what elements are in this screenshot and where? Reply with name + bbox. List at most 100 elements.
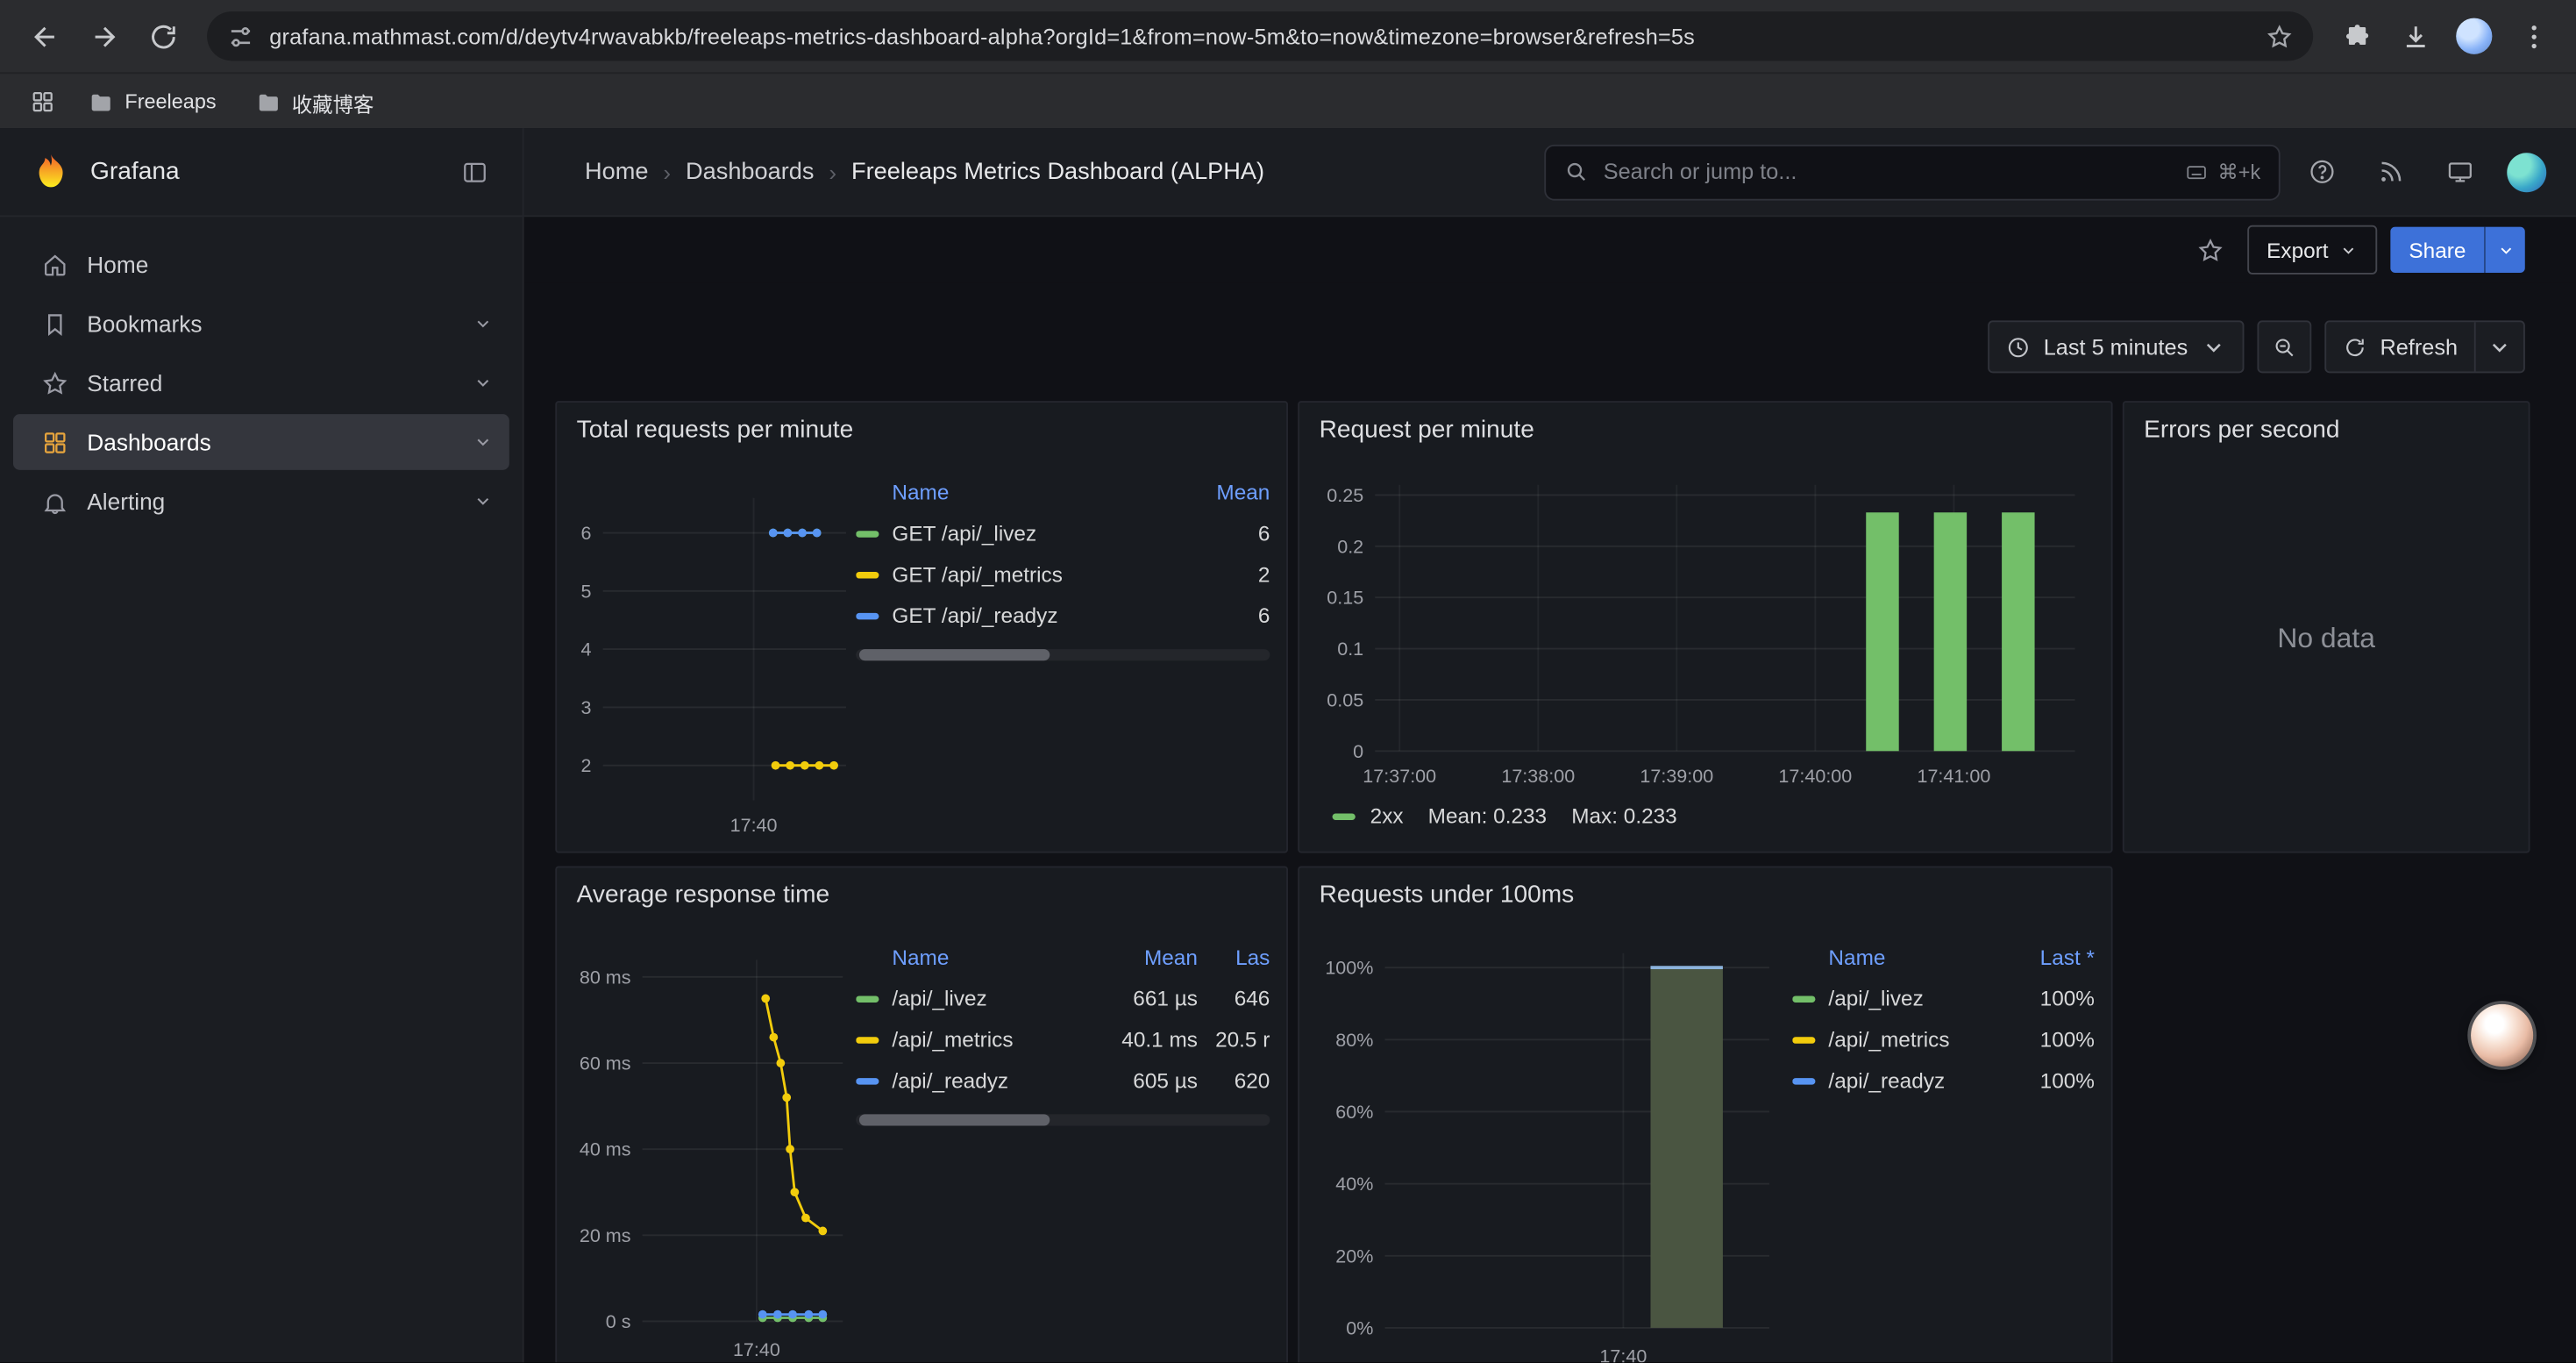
- extensions-icon[interactable]: [2330, 10, 2382, 62]
- legend-row[interactable]: /api/_metrics40.1 ms20.5 r: [856, 1019, 1270, 1060]
- grafana-header: Home›Dashboards›Freeleaps Metrics Dashbo…: [524, 128, 2576, 217]
- panel-errors-per-second: Errors per second No data: [2123, 401, 2530, 853]
- panel-title[interactable]: Requests under 100ms: [1320, 881, 1575, 909]
- zoom-out-icon[interactable]: [2257, 320, 2311, 373]
- kiosk-monitor-icon[interactable]: [2431, 146, 2487, 198]
- help-icon[interactable]: [2294, 146, 2350, 198]
- series-mark: [856, 571, 879, 577]
- breadcrumb-item[interactable]: Home: [585, 159, 648, 185]
- panel-title[interactable]: Request per minute: [1320, 416, 1534, 444]
- legend-row[interactable]: /api/_livez661 µs646: [856, 978, 1270, 1019]
- search-input[interactable]: Search or jump to... ⌘+k: [1544, 144, 2280, 200]
- series-mark: [1792, 995, 1815, 1002]
- legend-header-cell[interactable]: Name: [1792, 945, 1999, 969]
- scrollbar-thumb[interactable]: [859, 649, 1050, 660]
- timeseries-chart: 6543217:40: [566, 475, 856, 839]
- svg-text:17:40:00: 17:40:00: [1778, 766, 1852, 787]
- legend-header-cell[interactable]: Las: [1198, 945, 1270, 969]
- series-mark: [856, 1036, 879, 1042]
- series-value: 100%: [1999, 986, 2095, 1010]
- share-dropdown-icon[interactable]: [2484, 227, 2525, 273]
- browser-menu-icon[interactable]: [2507, 10, 2559, 62]
- site-settings-icon[interactable]: [227, 22, 255, 50]
- screen: grafana.mathmast.com/d/deytv4rwavabkb/fr…: [0, 0, 2576, 1362]
- svg-text:0.2: 0.2: [1337, 536, 1363, 557]
- user-avatar[interactable]: [2507, 152, 2546, 191]
- floating-assistant-avatar[interactable]: [2471, 1004, 2533, 1067]
- favorite-star-icon[interactable]: [2188, 227, 2233, 273]
- sidebar-item-dashboards[interactable]: Dashboards: [13, 414, 509, 470]
- sidebar-item-bookmarks[interactable]: Bookmarks: [13, 296, 509, 352]
- search-placeholder: Search or jump to...: [1604, 160, 1797, 184]
- legend-row[interactable]: GET /api/_livez6: [856, 513, 1270, 554]
- news-rss-icon[interactable]: [2362, 146, 2418, 198]
- legend-row[interactable]: /api/_metrics100%: [1792, 1019, 2095, 1060]
- dashboard-toolbar: Export Share: [524, 217, 2576, 282]
- legend-row[interactable]: /api/_livez100%: [1792, 978, 2095, 1019]
- legend-scrollbar: [856, 1114, 1270, 1125]
- toolbar-actions: [2330, 10, 2559, 62]
- bookmarks-bar: Freeleaps 收藏博客: [0, 72, 2576, 130]
- panel-title[interactable]: Average response time: [577, 881, 830, 909]
- series-value: 2: [1181, 562, 1270, 587]
- bookmark-star-icon[interactable]: [2266, 22, 2294, 50]
- legend-row[interactable]: GET /api/_metrics 2: [856, 553, 1270, 595]
- downloads-icon[interactable]: [2388, 10, 2441, 62]
- svg-text:5: 5: [581, 581, 592, 602]
- refresh-icon[interactable]: [135, 8, 191, 64]
- panel-requests-under-100ms: Requests under 100ms 100%80%60%40%20%0%1…: [1298, 866, 2112, 1362]
- svg-text:0.05: 0.05: [1327, 689, 1363, 710]
- legend-row[interactable]: /api/_readyz605 µs620: [856, 1060, 1270, 1102]
- dock-sidebar-icon[interactable]: [450, 147, 499, 196]
- chevron-down-icon: [2340, 240, 2359, 259]
- bookmark-label: 收藏博客: [292, 86, 374, 118]
- svg-text:40%: 40%: [1335, 1174, 1373, 1195]
- url-text[interactable]: grafana.mathmast.com/d/deytv4rwavabkb/fr…: [269, 24, 2251, 48]
- series-name: /api/_metrics: [892, 1027, 1013, 1052]
- legend-header-cell[interactable]: Mean: [1089, 945, 1198, 969]
- svg-text:60 ms: 60 ms: [580, 1053, 631, 1074]
- series-value: 646: [1198, 986, 1270, 1010]
- grafana-logo[interactable]: [30, 150, 73, 193]
- sidebar-item-alerting[interactable]: Alerting: [13, 474, 509, 530]
- legend-header-cell[interactable]: Name: [856, 480, 1181, 504]
- sidebar-item-starred[interactable]: Starred: [13, 355, 509, 411]
- bookmark-item[interactable]: 收藏博客: [243, 81, 388, 124]
- forward-icon[interactable]: [75, 8, 132, 64]
- series-name: GET /api/_metrics: [892, 562, 1062, 587]
- legend-row[interactable]: GET /api/_readyz6: [856, 595, 1270, 636]
- refresh-interval-dropdown[interactable]: [2474, 322, 2523, 371]
- sidebar-item-home[interactable]: Home: [13, 237, 509, 293]
- legend-header-cell[interactable]: Name: [856, 945, 1089, 969]
- series-name: /api/_readyz: [1828, 1068, 1945, 1093]
- scrollbar-thumb[interactable]: [859, 1114, 1050, 1125]
- dashboard-canvas: Last 5 minutes Refresh: [524, 282, 2576, 1362]
- panel-title[interactable]: Total requests per minute: [577, 416, 854, 444]
- refresh-button[interactable]: Refresh: [2326, 322, 2474, 371]
- series-value: 100%: [1999, 1027, 2095, 1052]
- apps-grid-icon[interactable]: [19, 81, 65, 124]
- avatar-image: [2456, 18, 2492, 54]
- legend-row[interactable]: /api/_readyz100%: [1792, 1060, 2095, 1102]
- series-max: Max: 0.233: [1571, 803, 1677, 828]
- svg-text:17:39:00: 17:39:00: [1640, 766, 1713, 787]
- search-shortcut: ⌘+k: [2185, 160, 2260, 184]
- legend-header-cell[interactable]: Last *: [1999, 945, 2095, 969]
- legend-inline[interactable]: 2xx Mean: 0.233 Max: 0.233: [1333, 803, 1677, 828]
- breadcrumb-item[interactable]: Dashboards: [686, 159, 814, 185]
- export-button[interactable]: Export: [2247, 225, 2378, 275]
- bookmark-item[interactable]: Freeleaps: [75, 81, 229, 124]
- back-icon[interactable]: [17, 8, 73, 64]
- sidebar-item-label: Bookmarks: [87, 310, 202, 337]
- brand-title: Grafana: [90, 158, 450, 186]
- share-button[interactable]: Share: [2391, 227, 2525, 273]
- time-range-picker[interactable]: Last 5 minutes: [1988, 320, 2244, 373]
- breadcrumb-separator: ›: [829, 159, 836, 185]
- svg-text:17:40: 17:40: [730, 815, 778, 836]
- svg-text:4: 4: [581, 639, 592, 660]
- legend-header-cell[interactable]: Mean: [1181, 480, 1270, 504]
- url-bar[interactable]: grafana.mathmast.com/d/deytv4rwavabkb/fr…: [207, 11, 2313, 61]
- profile-avatar[interactable]: [2448, 10, 2501, 62]
- svg-text:80%: 80%: [1335, 1030, 1373, 1051]
- timeseries-chart: 80 ms60 ms40 ms20 ms0 s17:40: [566, 940, 856, 1363]
